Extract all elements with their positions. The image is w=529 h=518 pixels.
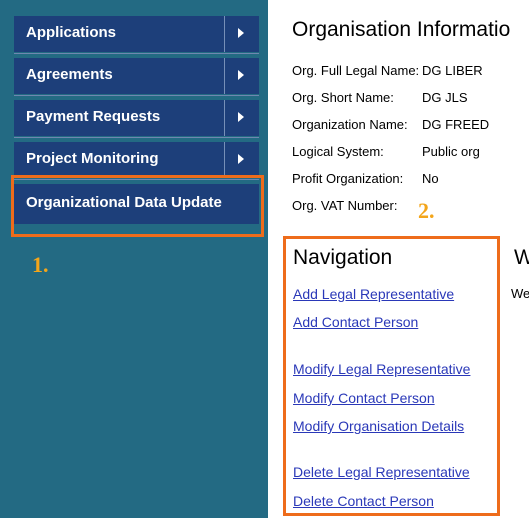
- info-row: Org. VAT Number:: [292, 198, 422, 213]
- info-value: DG LIBER: [422, 63, 483, 78]
- info-value: Public org: [422, 144, 480, 159]
- sidebar-item-project-monitoring[interactable]: Project Monitoring: [14, 142, 259, 178]
- add-legal-representative-link[interactable]: Add Legal Representative: [293, 286, 454, 302]
- divider: [14, 95, 259, 96]
- step-number-1: 1.: [32, 252, 49, 277]
- info-value: DG FREED: [422, 117, 490, 132]
- delete-contact-person-link[interactable]: Delete Contact Person: [293, 493, 434, 509]
- right-column-title: W: [514, 246, 529, 269]
- info-label: Organization Name:: [292, 117, 408, 132]
- info-label: Org. Full Legal Name:: [292, 63, 420, 78]
- info-label: Org. Short Name:: [292, 90, 394, 105]
- modify-organisation-details-link[interactable]: Modify Organisation Details: [293, 418, 464, 434]
- sidebar-item-payment-requests[interactable]: Payment Requests: [14, 100, 259, 136]
- divider: [14, 137, 259, 138]
- chevron-right-icon: [224, 100, 259, 136]
- info-value: DG JLS: [422, 90, 468, 105]
- info-label: Profit Organization:: [292, 171, 404, 186]
- right-column-text: We: [511, 286, 529, 301]
- sidebar-item-agreements[interactable]: Agreements: [14, 58, 259, 94]
- info-row: Logical System: Public org: [292, 144, 480, 159]
- sidebar-item-label: Agreements: [26, 66, 113, 83]
- delete-legal-representative-link[interactable]: Delete Legal Representative: [293, 464, 470, 480]
- add-contact-person-link[interactable]: Add Contact Person: [293, 314, 418, 330]
- divider: [14, 53, 259, 54]
- step-number-2: 2.: [418, 198, 435, 223]
- chevron-right-icon: [224, 58, 259, 94]
- sidebar-item-label: Project Monitoring: [26, 150, 159, 167]
- info-row: Org. Short Name: DG JLS: [292, 90, 468, 105]
- info-label: Org. VAT Number:: [292, 198, 398, 213]
- navigation-title: Navigation: [293, 246, 393, 269]
- highlight-box-1: [11, 175, 264, 237]
- modify-legal-representative-link[interactable]: Modify Legal Representative: [293, 361, 470, 377]
- sidebar-item-label: Applications: [26, 24, 117, 41]
- info-row: Org. Full Legal Name: DG LIBER: [292, 63, 483, 78]
- modify-contact-person-link[interactable]: Modify Contact Person: [293, 390, 435, 406]
- page: Applications Agreements Payment Requests…: [0, 0, 529, 518]
- sidebar-item-applications[interactable]: Applications: [14, 16, 259, 52]
- info-row: Profit Organization: No: [292, 171, 439, 186]
- chevron-right-icon: [224, 16, 259, 52]
- info-row: Organization Name: DG FREED: [292, 117, 489, 132]
- info-label: Logical System:: [292, 144, 384, 159]
- sidebar-item-label: Payment Requests: [26, 108, 161, 125]
- info-value: No: [422, 171, 439, 186]
- page-title: Organisation Informatio: [292, 18, 511, 41]
- chevron-right-icon: [224, 142, 259, 178]
